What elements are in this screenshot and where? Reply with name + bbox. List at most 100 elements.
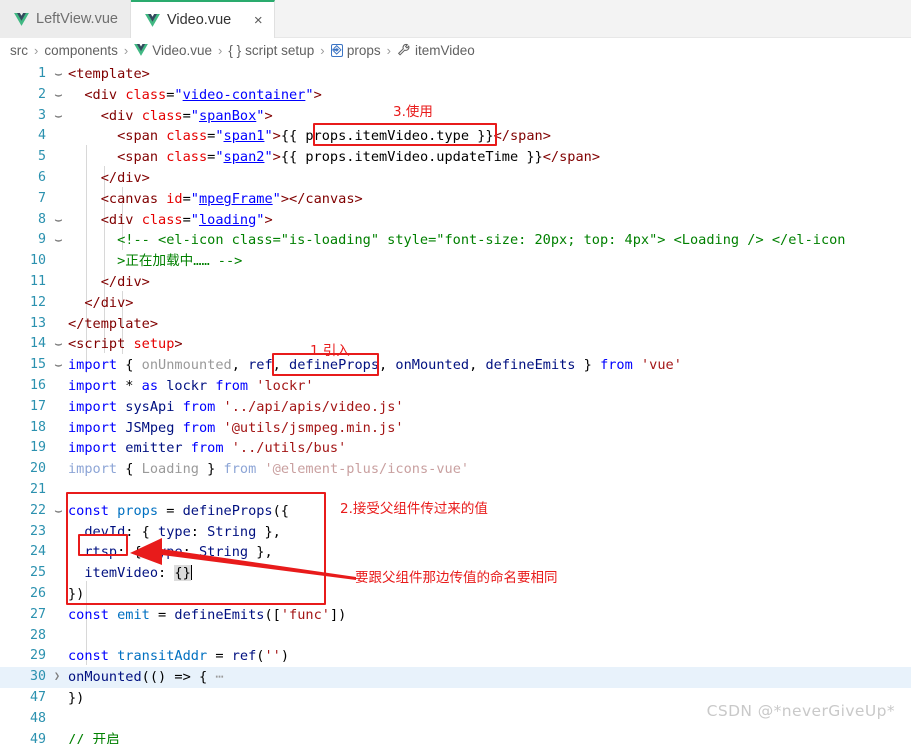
fold-expanded-icon[interactable]: ❫ [47, 504, 68, 518]
code-text: </template> [68, 315, 159, 332]
vue-icon [14, 12, 29, 26]
code-text: <span class="span2">{{ props.itemVideo.u… [117, 149, 601, 166]
code-line[interactable]: 7 <canvas id="mpegFrame"></canvas> [0, 189, 911, 210]
breadcrumb-separator: › [218, 42, 223, 58]
code-editor[interactable]: 1 ❫ <template> 2 ❫ <div class="video-contain… [0, 62, 911, 744]
fold-expanded-icon[interactable]: ❫ [47, 67, 68, 81]
breadcrumb-separator: › [34, 42, 39, 58]
code-line[interactable]: 26}) [0, 584, 911, 605]
fold-expanded-icon[interactable]: ❫ [47, 109, 68, 123]
line-number: 30 [29, 669, 46, 685]
code-text: <div class="video-container"> [84, 86, 322, 103]
code-line[interactable]: 9 ❫ <!-- <el-icon class="is-loading" styl… [0, 230, 911, 251]
code-line[interactable]: 25 itemVideo: {} [0, 563, 911, 584]
code-text: <div class="loading"> [100, 211, 273, 228]
code-text: }) [68, 689, 85, 706]
code-line[interactable]: 8 ❫ <div class="loading"> [0, 210, 911, 231]
code-line[interactable]: 20 import { Loading } from '@element-plus… [0, 459, 911, 480]
line-number: 19 [29, 440, 46, 456]
code-line[interactable]: 3 ❫ <div class="spanBox"> [0, 106, 911, 127]
close-icon[interactable]: × [250, 12, 266, 28]
breadcrumb-item-src[interactable]: src [10, 43, 28, 58]
code-text: }) [68, 585, 85, 602]
code-line[interactable]: 18 import JSMpeg from '@utils/jsmpeg.min.… [0, 418, 911, 439]
fold-expanded-icon[interactable]: ❫ [47, 213, 68, 227]
code-text: const transitAddr = ref('') [68, 648, 290, 665]
code-line[interactable]: 23 devId: { type: String }, [0, 522, 911, 543]
code-text: >正在加载中…… --> [68, 253, 243, 270]
fold-collapsed-icon[interactable]: ❯ [50, 667, 64, 688]
code-text: itemVideo: {} [84, 565, 193, 582]
line-number: 24 [29, 544, 46, 560]
line-number: 12 [29, 294, 46, 310]
breadcrumb-item-itemvideo[interactable]: itemVideo [397, 43, 475, 58]
breadcrumb-item-components[interactable]: components [44, 43, 118, 58]
tab-leftview-vue[interactable]: LeftView.vue [0, 0, 131, 38]
code-text: </div> [84, 294, 134, 311]
code-line[interactable]: 13 </template> [0, 314, 911, 335]
code-line[interactable]: 28 [0, 626, 911, 647]
line-number: 18 [29, 419, 46, 435]
code-text: <template> [68, 66, 150, 82]
code-text: </div> [100, 273, 150, 290]
code-line[interactable]: 6 </div> [0, 168, 911, 189]
code-text: <div class="spanBox"> [100, 107, 273, 124]
breadcrumb-item-script-setup[interactable]: { } script setup [228, 43, 314, 58]
breadcrumb-separator: › [123, 42, 129, 58]
code-text: onMounted(() => { ⋯ [68, 669, 224, 686]
line-number: 3 [37, 107, 46, 123]
fold-expanded-icon[interactable]: ❫ [47, 234, 68, 248]
code-text: const props = defineProps({ [68, 502, 289, 519]
code-text: import JSMpeg from '@utils/jsmpeg.min.js… [68, 419, 404, 436]
code-line[interactable]: 49 // 开启 [0, 730, 911, 744]
code-line[interactable]: 12 </div> [0, 293, 911, 314]
line-number: 4 [37, 128, 46, 144]
tab-video-vue[interactable]: Video.vue × [130, 0, 276, 38]
line-number: 23 [29, 523, 46, 539]
code-line[interactable]: 27 const emit = defineEmits(['func']) [0, 605, 911, 626]
line-number: 14 [29, 336, 46, 352]
code-line[interactable]: 10 >正在加载中…… --> [0, 251, 911, 272]
fold-expanded-icon[interactable]: ❫ [47, 359, 68, 373]
line-number: 27 [29, 606, 46, 622]
breadcrumb-label: Video.vue [152, 42, 213, 58]
breadcrumb-label: components [44, 42, 118, 58]
breadcrumb-label: props [346, 42, 381, 58]
line-number: 21 [29, 481, 46, 497]
code-line[interactable]: 17 import sysApi from '../api/apis/video.… [0, 397, 911, 418]
code-line[interactable]: 22 ❫ const props = defineProps({ [0, 501, 911, 522]
breadcrumb-item-props[interactable]: ⎆ props [330, 42, 381, 58]
csdn-watermark: CSDN @*neverGiveUp* [706, 702, 895, 720]
code-text: <script setup> [68, 336, 183, 353]
property-icon: ⎆ [330, 43, 343, 57]
code-line[interactable]: 4 <span class="span1">{{ props.itemVideo… [0, 126, 911, 147]
code-line[interactable]: 14 ❫ <script setup> [0, 334, 911, 355]
breadcrumb-separator: › [320, 42, 325, 58]
line-number: 49 [29, 731, 46, 744]
code-line[interactable]: 16 import * as lockr from 'lockr' [0, 376, 911, 397]
code-text: devId: { type: String }, [84, 523, 281, 540]
code-line[interactable]: 11 </div> [0, 272, 911, 293]
code-line[interactable]: 30 ❯ onMounted(() => { ⋯ [0, 667, 911, 688]
code-line[interactable]: 1 ❫ <template> [0, 64, 911, 85]
code-line[interactable]: 2 ❫ <div class="video-container"> [0, 85, 911, 106]
line-number: 28 [29, 627, 46, 643]
code-text: rtsp: { type: String }, [84, 544, 273, 561]
fold-expanded-icon[interactable]: ❫ [47, 338, 68, 352]
fold-expanded-icon[interactable]: ❫ [47, 88, 68, 102]
line-number: 47 [29, 689, 46, 705]
breadcrumb-label: src [10, 42, 28, 58]
code-line[interactable]: 21 [0, 480, 911, 501]
code-text: import { onUnmounted, ref, defineProps, … [68, 357, 682, 374]
code-line[interactable]: 5 <span class="span2">{{ props.itemVideo… [0, 147, 911, 168]
line-number: 20 [29, 461, 46, 477]
line-number: 16 [29, 377, 46, 393]
code-line[interactable]: 19 import emitter from '../utils/bus' [0, 438, 911, 459]
code-text: // 开启 [68, 731, 120, 744]
breadcrumb-item-video-vue[interactable]: Video.vue [134, 43, 212, 58]
breadcrumb-label: itemVideo [414, 42, 475, 58]
code-line[interactable]: 15 ❫ import { onUnmounted, ref, defineProp… [0, 355, 911, 376]
wrench-icon [397, 43, 411, 57]
code-line[interactable]: 29 const transitAddr = ref('') [0, 646, 911, 667]
code-line[interactable]: 24 rtsp: { type: String }, [0, 542, 911, 563]
